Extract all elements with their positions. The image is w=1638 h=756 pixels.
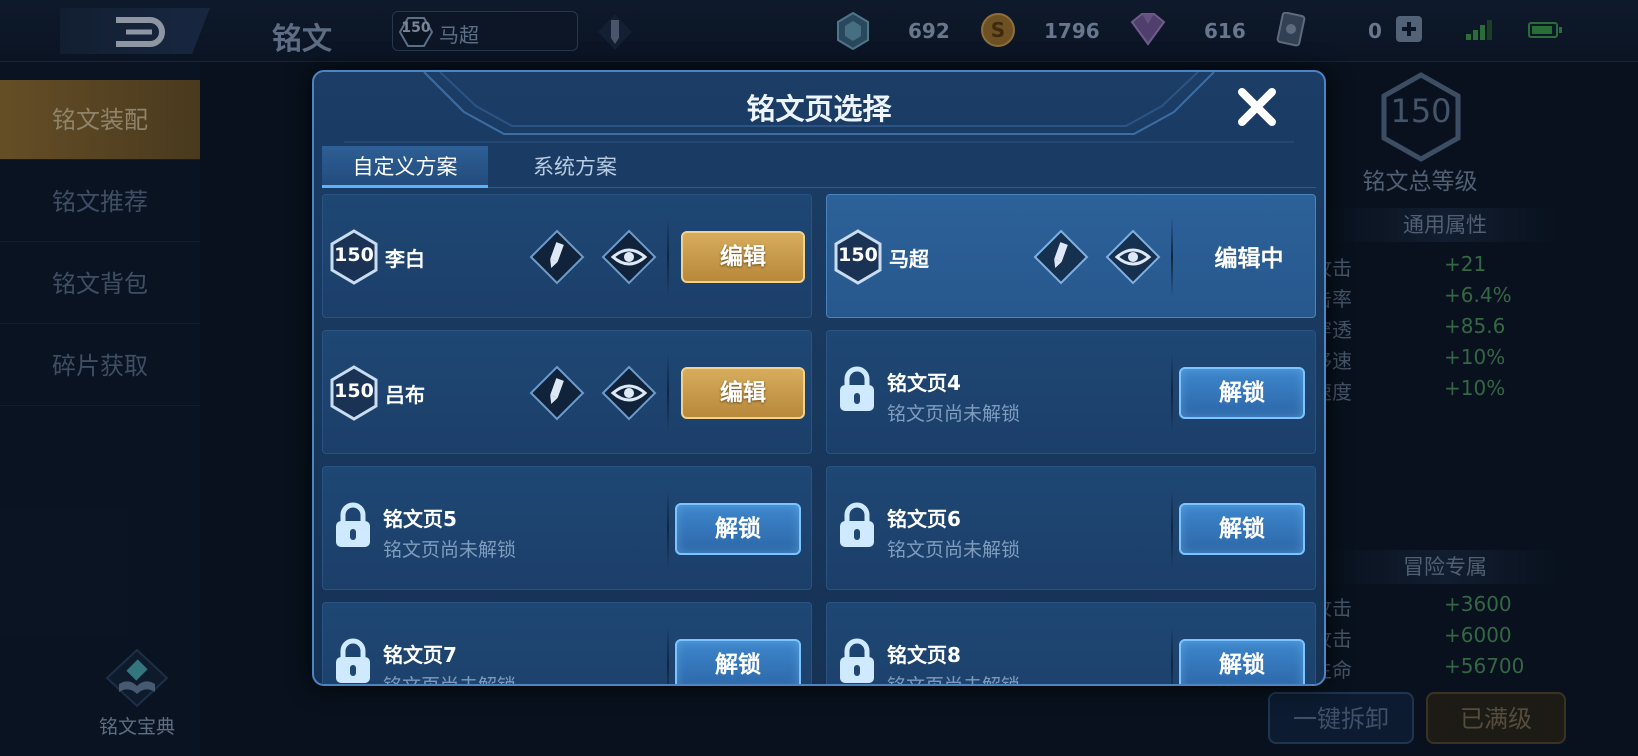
divider: [667, 217, 669, 297]
page-name: 铭文页7: [383, 643, 457, 667]
lock-icon: [840, 638, 874, 683]
unlock-button[interactable]: 解锁: [1179, 639, 1305, 684]
lock-icon: [840, 366, 874, 411]
scheme-tabs: 自定义方案 系统方案: [322, 146, 1316, 188]
editing-status: 编辑中: [1214, 246, 1284, 272]
locked-page-card[interactable]: 铭文页7 铭文页尚未解锁 解锁: [322, 602, 812, 686]
unlock-button[interactable]: 解锁: [1179, 367, 1305, 419]
page-name: 铭文页8: [887, 643, 961, 667]
locked-hint: 铭文页尚未解锁: [887, 539, 1021, 561]
inscription-page-list[interactable]: 150 李白 编辑 150 马超 编辑中 150 吕布 编辑 铭文页4 铭文页尚…: [322, 192, 1316, 686]
preview-eye-icon[interactable]: [601, 229, 657, 285]
close-icon[interactable]: [1232, 82, 1282, 132]
divider: [1171, 353, 1173, 433]
edit-button[interactable]: 编辑: [681, 367, 805, 419]
divider: [667, 625, 669, 684]
edit-button[interactable]: 编辑: [681, 231, 805, 283]
page-name: 李白: [385, 247, 425, 271]
rename-pencil-icon[interactable]: [529, 229, 585, 285]
page-level: 150: [334, 380, 374, 402]
preview-eye-icon[interactable]: [1105, 229, 1161, 285]
unlock-button[interactable]: 解锁: [675, 503, 801, 555]
divider: [1171, 489, 1173, 569]
tab-system-scheme[interactable]: 系统方案: [492, 146, 658, 188]
unlock-button[interactable]: 解锁: [675, 639, 801, 684]
page-level: 150: [334, 244, 374, 266]
locked-page-card[interactable]: 铭文页4 铭文页尚未解锁 解锁: [826, 330, 1316, 454]
preview-eye-icon[interactable]: [601, 365, 657, 421]
locked-hint: 铭文页尚未解锁: [887, 675, 1021, 686]
divider: [667, 353, 669, 433]
inscription-page-card[interactable]: 150 李白 编辑: [322, 194, 812, 318]
tab-custom-scheme[interactable]: 自定义方案: [322, 146, 488, 188]
locked-page-card[interactable]: 铭文页5 铭文页尚未解锁 解锁: [322, 466, 812, 590]
rename-pencil-icon[interactable]: [529, 365, 585, 421]
locked-page-card[interactable]: 铭文页6 铭文页尚未解锁 解锁: [826, 466, 1316, 590]
page-level: 150: [838, 244, 878, 266]
locked-hint: 铭文页尚未解锁: [383, 675, 517, 686]
unlock-button[interactable]: 解锁: [1179, 503, 1305, 555]
locked-page-card[interactable]: 铭文页8 铭文页尚未解锁 解锁: [826, 602, 1316, 686]
locked-hint: 铭文页尚未解锁: [887, 403, 1021, 425]
page-name: 马超: [889, 247, 929, 271]
lock-icon: [336, 638, 370, 683]
divider: [1171, 217, 1173, 297]
divider: [667, 489, 669, 569]
page-name: 铭文页6: [887, 507, 961, 531]
page-name: 铭文页5: [383, 507, 457, 531]
page-name: 铭文页4: [887, 371, 961, 395]
rename-pencil-icon[interactable]: [1033, 229, 1089, 285]
page-name: 吕布: [385, 383, 425, 407]
lock-icon: [840, 502, 874, 547]
inscription-page-card[interactable]: 150 吕布 编辑: [322, 330, 812, 454]
locked-hint: 铭文页尚未解锁: [383, 539, 517, 561]
lock-icon: [336, 502, 370, 547]
divider: [1171, 625, 1173, 684]
inscription-page-card-current[interactable]: 150 马超 编辑中: [826, 194, 1316, 318]
inscription-page-select-dialog: 铭文页选择 自定义方案 系统方案 150 李白 编辑 150 马超 编辑中 15…: [312, 70, 1326, 686]
dialog-title: 铭文页选择: [746, 92, 892, 126]
